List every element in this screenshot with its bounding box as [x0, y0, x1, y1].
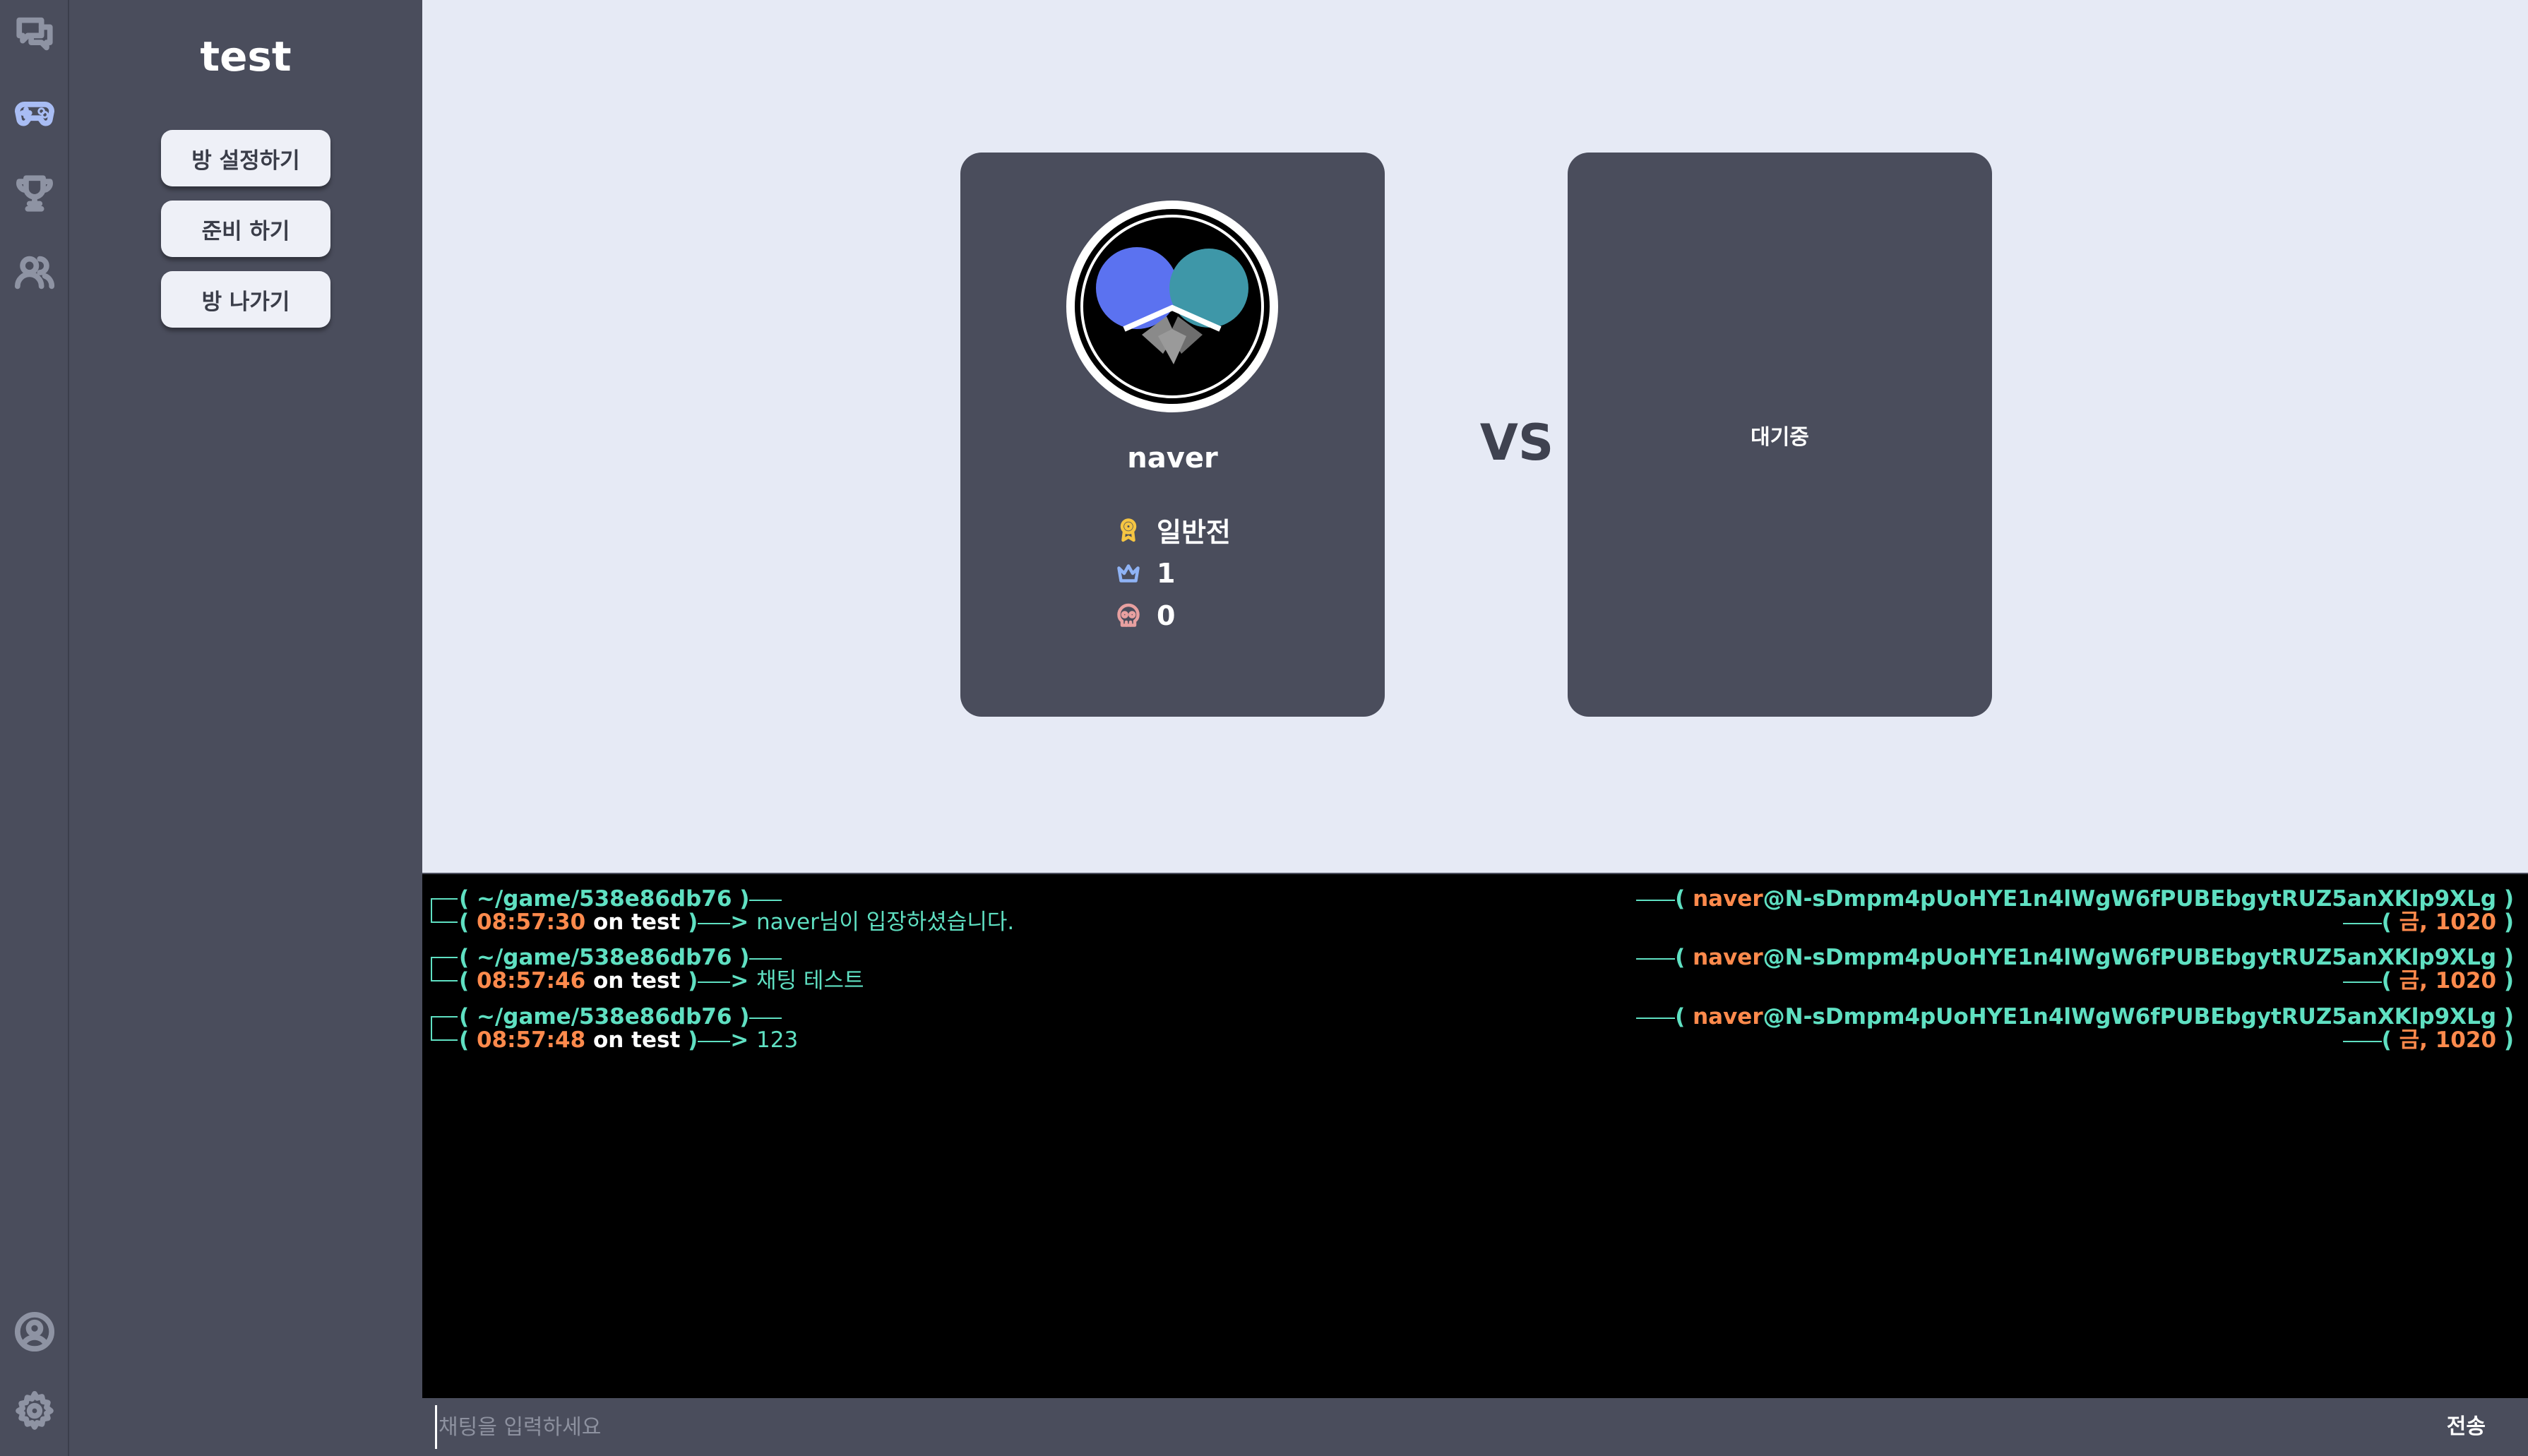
chat-input[interactable]	[435, 1405, 2342, 1449]
chat-day: 금	[2399, 909, 2420, 935]
trophy-icon[interactable]	[13, 172, 56, 215]
chat-text: naver님이 입장하셨습니다.	[756, 909, 1015, 935]
chat-room: test	[631, 968, 681, 993]
ready-button[interactable]: 준비 하기	[161, 201, 330, 257]
users-icon[interactable]	[13, 251, 56, 294]
gear-icon[interactable]	[13, 1390, 56, 1432]
chat-host: @N-sDmpm4pUoHYE1n4lWgW6fPUBEbgytRUZ5anXK…	[1763, 1004, 2497, 1030]
leave-room-button[interactable]: 방 나가기	[161, 271, 330, 328]
chat-path: ~/game/538e86db76	[476, 886, 732, 912]
profile-icon[interactable]	[13, 1311, 56, 1353]
chat-log[interactable]: ( ~/game/538e86db76 ) ( 08:57:30 on test…	[422, 873, 2528, 1398]
player2-card: 대기중	[1568, 153, 1992, 717]
send-button[interactable]: 전송	[2447, 1409, 2486, 1445]
crown-icon	[1117, 564, 1140, 583]
room-sidebar: test 방 설정하기 준비 하기 방 나가기	[69, 0, 422, 1456]
chat-on: on	[592, 909, 624, 935]
chat-path: ~/game/538e86db76	[476, 945, 732, 970]
room-title: test	[200, 32, 292, 80]
player1-nickname: naver	[1127, 442, 1218, 475]
chat-message: ( ~/game/538e86db76 ) ( 08:57:30 on test…	[431, 887, 2521, 938]
chat-user: naver	[1693, 886, 1763, 912]
chat-text: 123	[756, 1027, 799, 1053]
chat-on: on	[592, 1027, 624, 1053]
chat-room: test	[631, 909, 681, 935]
wins-value: 1	[1157, 558, 1176, 589]
chat-on: on	[592, 968, 624, 993]
chat-time: 08:57:46	[476, 968, 586, 993]
wins-stat: 1	[1116, 556, 1175, 591]
medal-icon	[1120, 518, 1137, 542]
chat-day: 금	[2399, 1027, 2420, 1053]
room-settings-button[interactable]: 방 설정하기	[161, 130, 330, 186]
chat-user: naver	[1693, 1004, 1763, 1030]
chat-icon[interactable]	[13, 13, 56, 55]
chat-room: test	[631, 1027, 681, 1053]
chat-path: ~/game/538e86db76	[476, 1004, 732, 1030]
chat-host: @N-sDmpm4pUoHYE1n4lWgW6fPUBEbgytRUZ5anXK…	[1763, 886, 2497, 912]
chat-time: 08:57:48	[476, 1027, 586, 1053]
player1-card: naver 일반전 1 0	[960, 153, 1385, 717]
losses-value: 0	[1157, 600, 1176, 631]
chat-text: 채팅 테스트	[756, 968, 864, 993]
game-mode-value: 일반전	[1157, 516, 1231, 548]
chat-date: , 1020	[2419, 968, 2497, 993]
gamepad-icon[interactable]	[13, 92, 56, 134]
chat-day: 금	[2399, 968, 2420, 993]
match-area: naver 일반전 1 0 VS 대기중	[422, 0, 2528, 873]
game-mode-stat: 일반전	[1116, 512, 1231, 548]
chat-date: , 1020	[2419, 1027, 2497, 1053]
chat-user: naver	[1693, 945, 1763, 970]
chat-message: ( ~/game/538e86db76 ) ( 08:57:46 on test…	[431, 945, 2521, 996]
chat-time: 08:57:30	[476, 909, 586, 935]
chat-host: @N-sDmpm4pUoHYE1n4lWgW6fPUBEbgytRUZ5anXK…	[1763, 945, 2497, 970]
ping-pong-paddles-icon	[1075, 209, 1270, 404]
avatar	[1066, 201, 1278, 412]
chat-message: ( ~/game/538e86db76 ) ( 08:57:48 on test…	[431, 1005, 2521, 1056]
losses-stat: 0	[1116, 598, 1175, 633]
chat-input-bar: 전송	[422, 1398, 2528, 1456]
waiting-status: 대기중	[1751, 425, 1809, 450]
vs-label: VS	[1479, 414, 1554, 472]
skull-icon	[1117, 603, 1140, 627]
chat-date: , 1020	[2419, 909, 2497, 935]
icon-rail	[0, 0, 69, 1456]
